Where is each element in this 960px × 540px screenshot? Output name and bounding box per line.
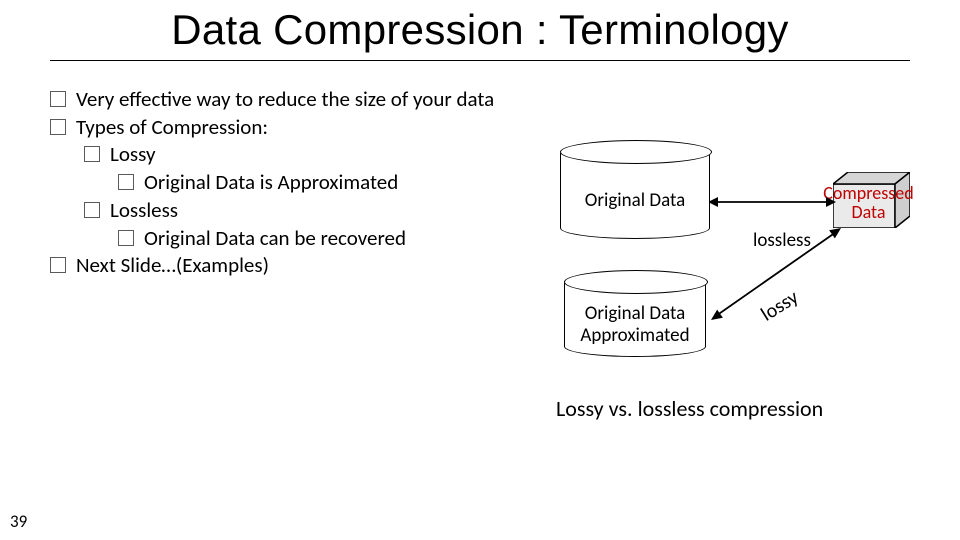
bullet-text: Lossy [110, 141, 155, 169]
square-bullet-icon [50, 257, 66, 273]
slide: Data Compression : Terminology Very effe… [0, 0, 960, 540]
compressed-cube: CompressedData [833, 172, 910, 228]
bullet-text: Very effective way to reduce the size of… [76, 86, 494, 114]
square-bullet-icon [84, 146, 100, 162]
title-divider [50, 60, 910, 61]
bullet-text: Original Data can be recovered [144, 225, 406, 253]
cylinder-original: Original Data [560, 140, 710, 239]
slide-title: Data Compression : Terminology [0, 0, 960, 58]
square-bullet-icon [118, 174, 134, 190]
bullet-text: Next Slide…(Examples) [76, 252, 269, 280]
square-bullet-icon [50, 119, 66, 135]
lossless-label: lossless [753, 229, 811, 252]
cube-label: CompressedData [816, 184, 921, 222]
compression-diagram: Original Data Original DataApproximated … [540, 120, 940, 380]
bullet-text: Types of Compression: [76, 114, 268, 142]
lossy-label: lossy [757, 285, 803, 326]
bullet-text: Lossless [110, 197, 178, 225]
diagram-caption: Lossy vs. lossless compression [556, 395, 936, 422]
cylinder-label: Original DataApproximated [580, 303, 689, 347]
bullet-text: Original Data is Approximated [144, 169, 398, 197]
square-bullet-icon [84, 202, 100, 218]
cylinder-approximated: Original DataApproximated [564, 270, 706, 357]
page-number: 39 [10, 511, 27, 532]
square-bullet-icon [50, 91, 66, 107]
list-item: Very effective way to reduce the size of… [50, 86, 910, 114]
cylinder-label: Original Data [585, 190, 685, 212]
square-bullet-icon [118, 230, 134, 246]
